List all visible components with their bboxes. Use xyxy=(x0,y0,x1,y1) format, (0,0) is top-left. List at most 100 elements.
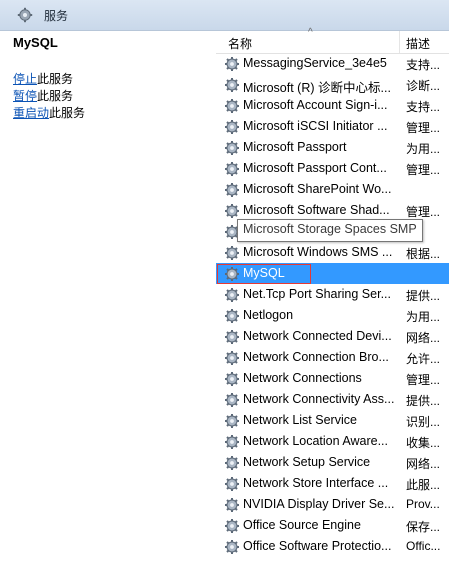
stop-link[interactable]: 停止 xyxy=(13,72,37,86)
service-row[interactable]: Microsoft SharePoint Wo... xyxy=(216,179,449,200)
service-gear-icon xyxy=(224,497,240,513)
service-name: Network Connection Bro... xyxy=(243,350,389,364)
service-gear-icon xyxy=(224,245,240,261)
service-description: 管理... xyxy=(406,163,441,177)
service-row[interactable]: Microsoft iSCSI Initiator ... 管理... xyxy=(216,116,449,137)
service-row[interactable]: MessagingService_3e4e5 支持... xyxy=(216,53,449,74)
service-description: 提供... xyxy=(406,289,441,303)
pause-link[interactable]: 暂停 xyxy=(13,89,37,103)
service-description: 为用... xyxy=(406,142,441,156)
window-title: 服务 xyxy=(44,9,69,23)
service-description: 识别... xyxy=(406,415,441,429)
title-bar: 服务 xyxy=(0,0,449,31)
service-gear-icon xyxy=(224,308,240,324)
service-row[interactable]: Network Setup Service 网络... xyxy=(216,452,449,473)
service-name: Office Source Engine xyxy=(243,518,361,532)
service-name: Netlogon xyxy=(243,308,294,322)
selected-service-name: MySQL xyxy=(13,35,58,50)
service-row[interactable]: Network Connected Devi... 网络... xyxy=(216,326,449,347)
service-gear-icon xyxy=(224,455,240,471)
column-header-description[interactable]: 描述 xyxy=(406,35,430,52)
service-name: Network Connected Devi... xyxy=(243,329,392,343)
service-name: Microsoft SharePoint Wo... xyxy=(243,182,392,196)
service-gear-icon xyxy=(224,140,240,156)
service-row[interactable]: Network Location Aware... 收集... xyxy=(216,431,449,452)
service-gear-icon xyxy=(224,413,240,429)
service-gear-icon xyxy=(224,539,240,555)
restart-link[interactable]: 重启动 xyxy=(13,106,49,120)
column-divider[interactable] xyxy=(399,31,400,53)
action-text: 此服务 xyxy=(37,72,74,86)
services-list-pane: ^ 名称 描述 MessagingService_3e4e5 支持... Micro… xyxy=(216,27,449,563)
action-stop: 停止此服务 xyxy=(13,71,73,88)
service-name: Network Store Interface ... xyxy=(243,476,389,490)
list-header: ^ 名称 描述 xyxy=(216,27,449,54)
sort-ascending-icon: ^ xyxy=(308,27,313,38)
service-gear-icon xyxy=(224,392,240,408)
service-row[interactable]: Microsoft Passport 为用... xyxy=(216,137,449,158)
service-row[interactable]: Netlogon 为用... xyxy=(216,305,449,326)
service-gear-icon xyxy=(224,77,240,93)
service-name: Microsoft Passport xyxy=(243,140,347,154)
service-description: Offic... xyxy=(406,539,441,553)
service-gear-icon xyxy=(224,350,240,366)
service-gear-icon xyxy=(224,518,240,534)
service-name: Microsoft Account Sign-i... xyxy=(243,98,388,112)
service-row[interactable]: Microsoft Software Shad... 管理... xyxy=(216,200,449,221)
action-pause: 暂停此服务 xyxy=(13,88,73,105)
service-row[interactable]: NVIDIA Display Driver Se... Prov... xyxy=(216,494,449,515)
action-text: 此服务 xyxy=(37,89,74,103)
service-row[interactable]: Network Connection Bro... 允许... xyxy=(216,347,449,368)
service-description: Prov... xyxy=(406,497,440,511)
service-description: 支持... xyxy=(406,58,441,72)
service-name: Network Connections xyxy=(243,371,362,385)
service-description: 保存... xyxy=(406,520,441,534)
action-restart: 重启动此服务 xyxy=(13,105,85,122)
service-row[interactable]: Microsoft Windows SMS ... 根据... xyxy=(216,242,449,263)
service-name: Network Location Aware... xyxy=(243,434,388,448)
highlight-box xyxy=(217,264,311,284)
column-header-name[interactable]: 名称 xyxy=(228,35,252,52)
service-name: MessagingService_3e4e5 xyxy=(243,56,387,70)
service-gear-icon xyxy=(224,161,240,177)
gear-icon xyxy=(17,7,33,23)
service-gear-icon xyxy=(224,98,240,114)
service-name: Microsoft iSCSI Initiator ... xyxy=(243,119,388,133)
service-description: 网络... xyxy=(406,331,441,345)
service-row[interactable]: Network List Service 识别... xyxy=(216,410,449,431)
service-name: NVIDIA Display Driver Se... xyxy=(243,497,395,511)
service-description: 管理... xyxy=(406,205,441,219)
service-row[interactable]: Microsoft Account Sign-i... 支持... xyxy=(216,95,449,116)
service-gear-icon xyxy=(224,287,240,303)
service-gear-icon xyxy=(224,182,240,198)
service-gear-icon xyxy=(224,329,240,345)
service-name: Network Setup Service xyxy=(243,455,371,469)
service-name: Network List Service xyxy=(243,413,357,427)
service-gear-icon xyxy=(224,56,240,72)
service-gear-icon xyxy=(224,203,240,219)
service-gear-icon xyxy=(224,371,240,387)
service-gear-icon xyxy=(224,476,240,492)
service-name: Office Software Protectio... xyxy=(243,539,392,553)
service-row[interactable]: Network Store Interface ... 此服... xyxy=(216,473,449,494)
service-description: 允许... xyxy=(406,352,441,366)
service-description: 网络... xyxy=(406,457,441,471)
service-row[interactable]: Network Connections 管理... xyxy=(216,368,449,389)
service-gear-icon xyxy=(224,119,240,135)
service-description: 诊断... xyxy=(406,79,441,93)
service-name: Net.Tcp Port Sharing Ser... xyxy=(243,287,391,301)
service-row[interactable]: MySQL xyxy=(216,263,449,284)
service-row[interactable]: Net.Tcp Port Sharing Ser... 提供... xyxy=(216,284,449,305)
service-description: 为用... xyxy=(406,310,441,324)
service-row[interactable]: Microsoft Passport Cont... 管理... xyxy=(216,158,449,179)
action-text: 此服务 xyxy=(49,106,86,120)
service-row[interactable]: Office Software Protectio... Offic... xyxy=(216,536,449,557)
service-detail-pane: MySQL 停止此服务 暂停此服务 重启动此服务 xyxy=(0,31,216,563)
service-row[interactable]: Office Source Engine 保存... xyxy=(216,515,449,536)
service-gear-icon xyxy=(224,434,240,450)
service-description: 支持... xyxy=(406,100,441,114)
service-description: 根据... xyxy=(406,247,441,261)
service-row[interactable]: Network Connectivity Ass... 提供... xyxy=(216,389,449,410)
name-tooltip: Microsoft Storage Spaces SMP xyxy=(237,219,423,242)
service-row[interactable]: Microsoft (R) 诊断中心标... 诊断... xyxy=(216,74,449,95)
